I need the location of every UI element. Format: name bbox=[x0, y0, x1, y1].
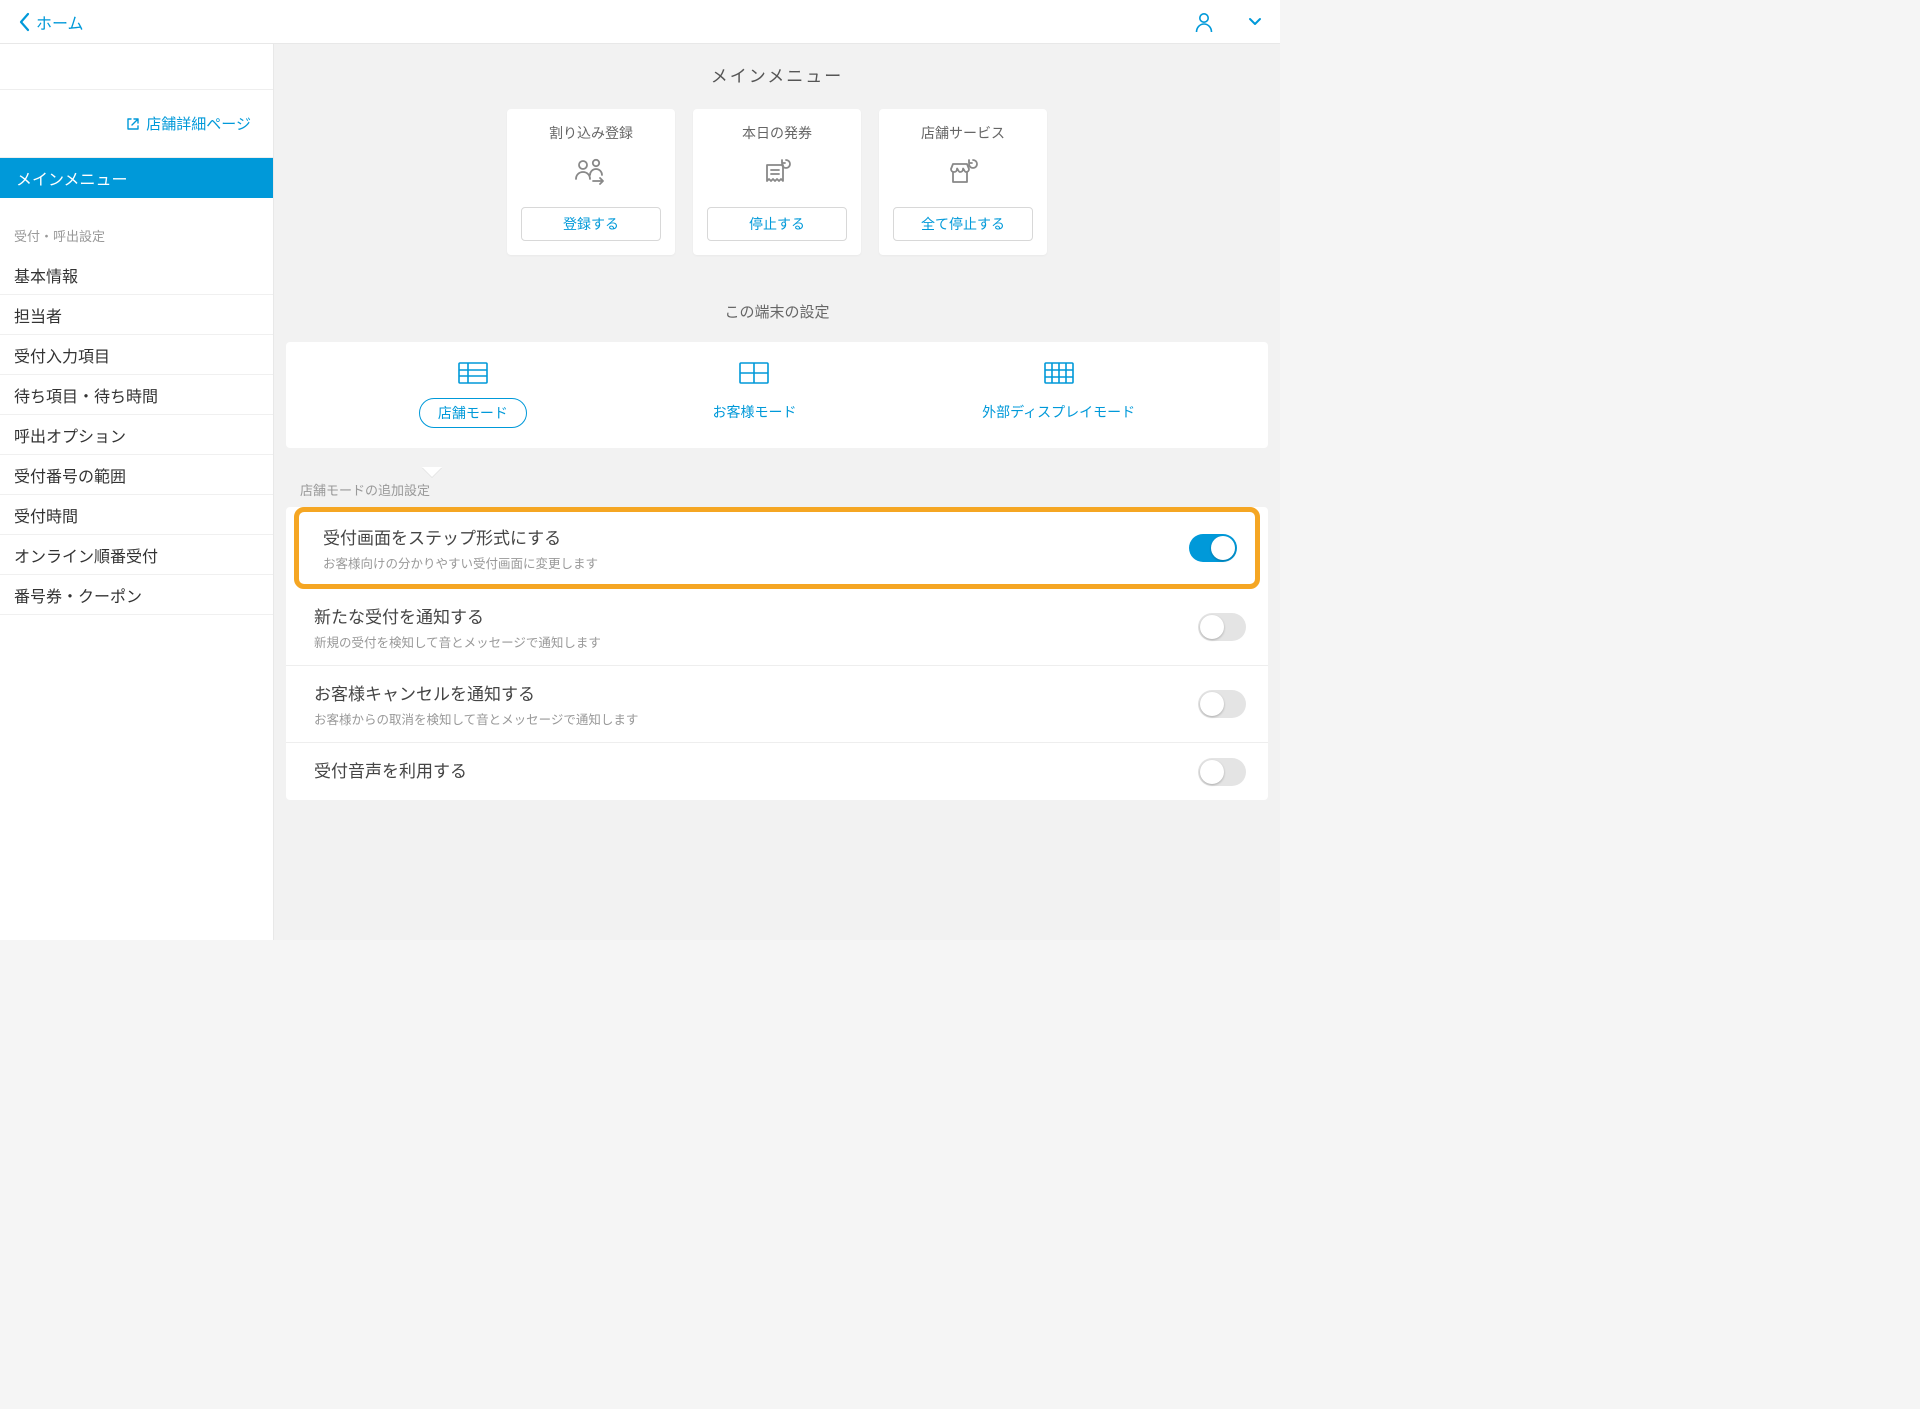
button-label: 停止する bbox=[749, 214, 805, 234]
toggle-knob bbox=[1200, 692, 1224, 716]
customer-mode-icon bbox=[739, 360, 769, 386]
user-menu[interactable] bbox=[1194, 11, 1262, 33]
chevron-left-icon bbox=[18, 12, 30, 32]
setting-step-form: 受付画面をステップ形式にする お客様向けの分かりやすい受付画面に変更します bbox=[299, 512, 1255, 584]
setting-cancel-notify: お客様キャンセルを通知する お客様からの取消を検知して音とメッセージで通知します bbox=[286, 666, 1268, 743]
topbar: ホーム bbox=[0, 0, 1280, 44]
tab-label: お客様モード bbox=[712, 398, 796, 426]
sidebar-item-label: 受付時間 bbox=[14, 503, 78, 527]
device-settings-title: この端末の設定 bbox=[274, 295, 1280, 342]
action-cards-row: 割り込み登録 登録する 本日の発券 停止する 店舗サービス 全て停止する bbox=[274, 109, 1280, 295]
tab-store-mode[interactable]: 店舗モード bbox=[419, 360, 527, 428]
toggle-cancel-notify[interactable] bbox=[1198, 690, 1246, 718]
chevron-down-icon bbox=[1248, 17, 1262, 27]
setting-desc: 新規の受付を検知して音とメッセージで通知します bbox=[314, 632, 1198, 651]
toggle-step-form[interactable] bbox=[1189, 534, 1237, 562]
card-today-ticket: 本日の発券 停止する bbox=[693, 109, 861, 255]
sidebar-item-call[interactable]: 呼出オプション bbox=[0, 415, 273, 455]
tab-label: 店舗モード bbox=[419, 398, 527, 428]
sidebar-item-label: 担当者 bbox=[14, 303, 62, 327]
sidebar-spacer bbox=[0, 44, 273, 90]
mode-panel: 店舗モード お客様モード 外部ディスプレイモード bbox=[286, 342, 1268, 448]
stop-button[interactable]: 停止する bbox=[707, 207, 847, 241]
setting-desc: お客様からの取消を検知して音とメッセージで通知します bbox=[314, 709, 1198, 728]
sidebar-item-label: 基本情報 bbox=[14, 263, 78, 287]
tab-customer-mode[interactable]: お客様モード bbox=[712, 360, 796, 428]
sidebar-item-wait[interactable]: 待ち項目・待ち時間 bbox=[0, 375, 273, 415]
card-interrupt-register: 割り込み登録 登録する bbox=[507, 109, 675, 255]
sidebar-item-label: 呼出オプション bbox=[14, 423, 126, 447]
sidebar-item-label: オンライン順番受付 bbox=[14, 543, 158, 567]
setting-title: 新たな受付を通知する bbox=[314, 603, 1198, 628]
setting-text: お客様キャンセルを通知する お客様からの取消を検知して音とメッセージで通知します bbox=[314, 680, 1198, 728]
store-detail-label: 店舗詳細ページ bbox=[146, 113, 251, 134]
settings-list: 受付画面をステップ形式にする お客様向けの分かりやすい受付画面に変更します 新た… bbox=[286, 507, 1268, 800]
toggle-knob bbox=[1211, 536, 1235, 560]
tab-label: 外部ディスプレイモード bbox=[982, 398, 1135, 426]
ticket-refresh-icon bbox=[757, 153, 797, 193]
setting-text: 受付音声を利用する bbox=[314, 757, 1198, 786]
store-refresh-icon bbox=[943, 153, 983, 193]
nav-main-menu[interactable]: メインメニュー bbox=[0, 158, 273, 198]
sidebar-item-ticket[interactable]: 番号券・クーポン bbox=[0, 575, 273, 615]
main-content: メインメニュー 割り込み登録 登録する 本日の発券 停止する 店舗サービス bbox=[274, 44, 1280, 940]
external-link-icon bbox=[126, 117, 140, 131]
card-title: 店舗サービス bbox=[921, 123, 1005, 143]
card-store-service: 店舗サービス 全て停止する bbox=[879, 109, 1047, 255]
tab-external-display-mode[interactable]: 外部ディスプレイモード bbox=[982, 360, 1135, 428]
stop-all-button[interactable]: 全て停止する bbox=[893, 207, 1033, 241]
toggle-knob bbox=[1200, 760, 1224, 784]
external-display-icon bbox=[1044, 360, 1074, 386]
people-swap-icon bbox=[571, 153, 611, 193]
toggle-knob bbox=[1200, 615, 1224, 639]
nav-main-label: メインメニュー bbox=[16, 166, 128, 190]
sidebar-item-label: 待ち項目・待ち時間 bbox=[14, 383, 158, 407]
back-button[interactable]: ホーム bbox=[18, 10, 84, 34]
sidebar-item-input[interactable]: 受付入力項目 bbox=[0, 335, 273, 375]
sidebar-section-header: 受付・呼出設定 bbox=[0, 198, 273, 255]
sidebar-item-label: 受付番号の範囲 bbox=[14, 463, 126, 487]
button-label: 登録する bbox=[563, 214, 619, 234]
setting-voice: 受付音声を利用する bbox=[286, 743, 1268, 800]
setting-new-reception-notify: 新たな受付を通知する 新規の受付を検知して音とメッセージで通知します bbox=[286, 589, 1268, 666]
card-title: 割り込み登録 bbox=[549, 123, 633, 143]
button-label: 全て停止する bbox=[921, 214, 1005, 234]
sidebar-item-online[interactable]: オンライン順番受付 bbox=[0, 535, 273, 575]
setting-title: お客様キャンセルを通知する bbox=[314, 680, 1198, 705]
setting-text: 受付画面をステップ形式にする お客様向けの分かりやすい受付画面に変更します bbox=[323, 524, 1189, 572]
user-icon bbox=[1194, 11, 1214, 33]
sidebar-item-basic[interactable]: 基本情報 bbox=[0, 255, 273, 295]
store-mode-icon bbox=[458, 360, 488, 386]
sidebar-item-label: 番号券・クーポン bbox=[14, 583, 142, 607]
setting-text: 新たな受付を通知する 新規の受付を検知して音とメッセージで通知します bbox=[314, 603, 1198, 651]
setting-title: 受付音声を利用する bbox=[314, 757, 1198, 782]
mode-tabs: 店舗モード お客様モード 外部ディスプレイモード bbox=[286, 360, 1268, 448]
sidebar-item-label: 受付入力項目 bbox=[14, 343, 110, 367]
sidebar-item-range[interactable]: 受付番号の範囲 bbox=[0, 455, 273, 495]
register-button[interactable]: 登録する bbox=[521, 207, 661, 241]
store-detail-link[interactable]: 店舗詳細ページ bbox=[0, 90, 273, 158]
sidebar-item-hours[interactable]: 受付時間 bbox=[0, 495, 273, 535]
highlighted-setting: 受付画面をステップ形式にする お客様向けの分かりやすい受付画面に変更します bbox=[294, 507, 1260, 589]
toggle-new-reception[interactable] bbox=[1198, 613, 1246, 641]
setting-desc: お客様向けの分かりやすい受付画面に変更します bbox=[323, 553, 1189, 572]
card-title: 本日の発券 bbox=[742, 123, 812, 143]
setting-title: 受付画面をステップ形式にする bbox=[323, 524, 1189, 549]
back-label: ホーム bbox=[36, 10, 84, 34]
sidebar: 店舗詳細ページ メインメニュー 受付・呼出設定 基本情報 担当者 受付入力項目 … bbox=[0, 44, 274, 940]
page-title: メインメニュー bbox=[274, 44, 1280, 109]
toggle-voice[interactable] bbox=[1198, 758, 1246, 786]
sidebar-item-staff[interactable]: 担当者 bbox=[0, 295, 273, 335]
